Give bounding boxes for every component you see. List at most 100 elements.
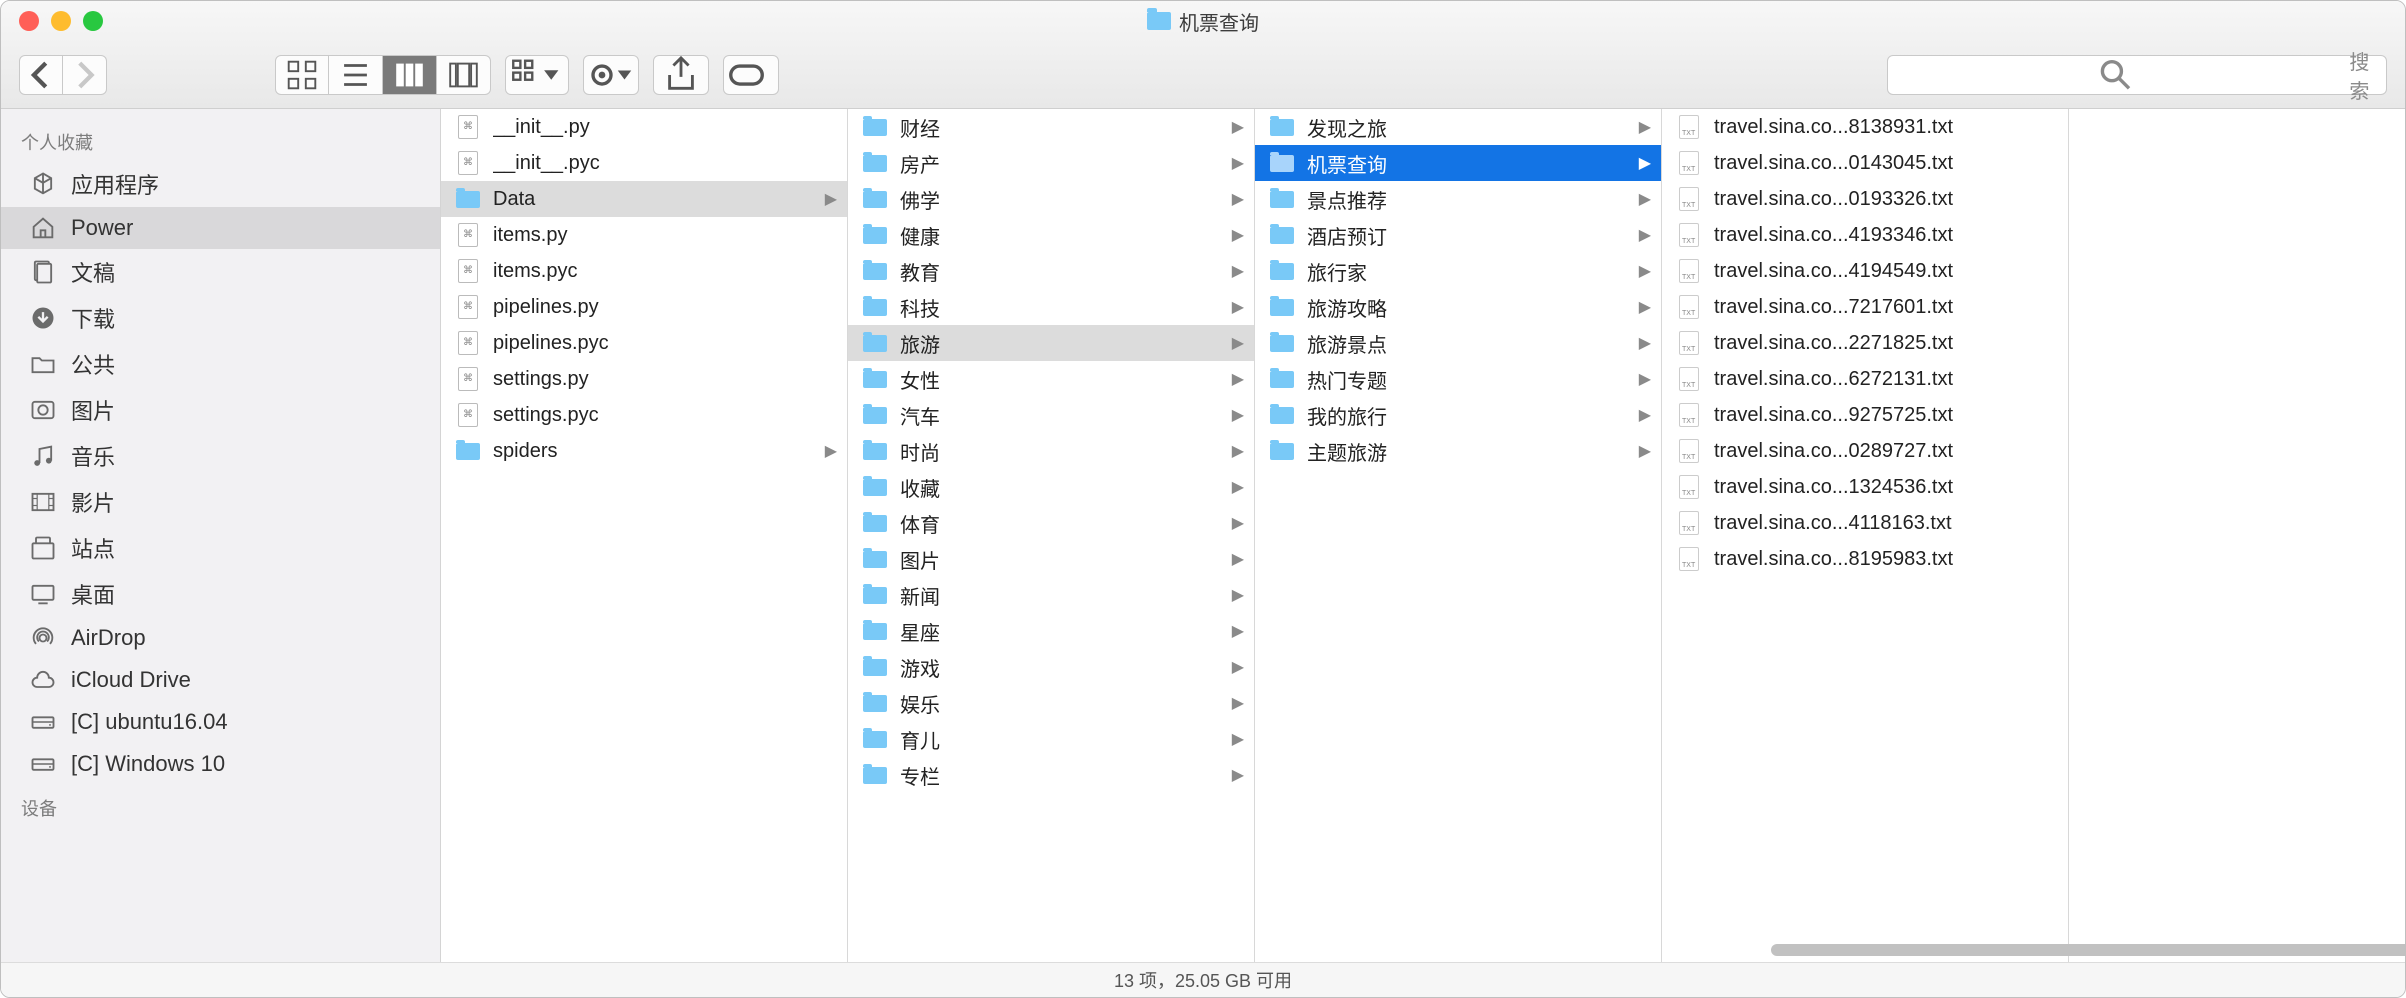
horizontal-scrollbar[interactable]	[1771, 944, 2405, 956]
back-button[interactable]	[19, 55, 63, 95]
sidebar-item[interactable]: [C] Windows 10	[1, 743, 440, 785]
chevron-right-icon: ▶	[1232, 549, 1244, 569]
action-button[interactable]	[583, 55, 639, 95]
icon-view-button[interactable]	[275, 55, 329, 95]
list-item[interactable]: 健康▶	[848, 217, 1254, 253]
list-item[interactable]: spiders▶	[441, 433, 847, 469]
item-label: 汽车	[900, 401, 1232, 430]
list-item[interactable]: __init__.pyc	[441, 145, 847, 181]
list-item[interactable]: travel.sina.co...1324536.txt	[1662, 469, 2068, 505]
list-item[interactable]: 热门专题▶	[1255, 361, 1661, 397]
list-item[interactable]: 景点推荐▶	[1255, 181, 1661, 217]
list-item[interactable]: 游戏▶	[848, 649, 1254, 685]
home-icon	[29, 214, 57, 242]
tags-button[interactable]	[723, 55, 779, 95]
list-item[interactable]: travel.sina.co...0193326.txt	[1662, 181, 2068, 217]
share-button[interactable]	[653, 55, 709, 95]
list-item[interactable]: travel.sina.co...4118163.txt	[1662, 505, 2068, 541]
item-label: 我的旅行	[1307, 401, 1639, 430]
list-item[interactable]: travel.sina.co...4193346.txt	[1662, 217, 2068, 253]
list-item[interactable]: 主题旅游▶	[1255, 433, 1661, 469]
sidebar-item[interactable]: 应用程序	[1, 161, 440, 207]
sidebar-item[interactable]: 公共	[1, 341, 440, 387]
sidebar-item[interactable]: 下载	[1, 295, 440, 341]
list-item[interactable]: 育儿▶	[848, 721, 1254, 757]
list-item[interactable]: items.pyc	[441, 253, 847, 289]
list-item[interactable]: 酒店预订▶	[1255, 217, 1661, 253]
sidebar-item[interactable]: AirDrop	[1, 617, 440, 659]
list-item[interactable]: __init__.py	[441, 109, 847, 145]
music-icon	[29, 442, 57, 470]
list-item[interactable]: 专栏▶	[848, 757, 1254, 793]
txt-file-icon	[1676, 510, 1702, 536]
sidebar-item[interactable]: 影片	[1, 479, 440, 525]
sidebar-item[interactable]: 站点	[1, 525, 440, 571]
txt-file-icon	[1676, 438, 1702, 464]
list-item[interactable]: 佛学▶	[848, 181, 1254, 217]
nav-buttons	[19, 55, 107, 95]
list-item[interactable]: settings.py	[441, 361, 847, 397]
sidebar-item[interactable]: 图片	[1, 387, 440, 433]
list-item[interactable]: 机票查询▶	[1255, 145, 1661, 181]
sidebar-item[interactable]: iCloud Drive	[1, 659, 440, 701]
list-item[interactable]: travel.sina.co...9275725.txt	[1662, 397, 2068, 433]
sidebar-item[interactable]: 文稿	[1, 249, 440, 295]
list-item[interactable]: pipelines.pyc	[441, 325, 847, 361]
list-item[interactable]: settings.pyc	[441, 397, 847, 433]
item-label: 景点推荐	[1307, 185, 1639, 214]
sidebar-item[interactable]: Power	[1, 207, 440, 249]
list-item[interactable]: 收藏▶	[848, 469, 1254, 505]
list-item[interactable]: travel.sina.co...4194549.txt	[1662, 253, 2068, 289]
column: 发现之旅▶机票查询▶景点推荐▶酒店预订▶旅行家▶旅游攻略▶旅游景点▶热门专题▶我…	[1255, 109, 1662, 962]
list-item[interactable]: 时尚▶	[848, 433, 1254, 469]
airdrop-icon	[29, 624, 57, 652]
forward-button[interactable]	[63, 55, 107, 95]
list-item[interactable]: 科技▶	[848, 289, 1254, 325]
gallery-view-button[interactable]	[437, 55, 491, 95]
chevron-right-icon: ▶	[825, 189, 837, 209]
zoom-button[interactable]	[83, 11, 103, 31]
list-item[interactable]: 旅游▶	[848, 325, 1254, 361]
list-item[interactable]: 新闻▶	[848, 577, 1254, 613]
chevron-right-icon: ▶	[1232, 117, 1244, 137]
list-item[interactable]: travel.sina.co...0143045.txt	[1662, 145, 2068, 181]
list-item[interactable]: Data▶	[441, 181, 847, 217]
list-item[interactable]: pipelines.py	[441, 289, 847, 325]
list-item[interactable]: travel.sina.co...7217601.txt	[1662, 289, 2068, 325]
folder-icon	[862, 582, 888, 608]
search-field[interactable]: 搜索	[1887, 55, 2387, 95]
list-item[interactable]: travel.sina.co...2271825.txt	[1662, 325, 2068, 361]
close-button[interactable]	[19, 11, 39, 31]
minimize-button[interactable]	[51, 11, 71, 31]
arrange-button[interactable]	[505, 55, 569, 95]
list-item[interactable]: 财经▶	[848, 109, 1254, 145]
sidebar-item-label: 影片	[71, 486, 115, 518]
list-item[interactable]: travel.sina.co...6272131.txt	[1662, 361, 2068, 397]
list-item[interactable]: 星座▶	[848, 613, 1254, 649]
column-view-button[interactable]	[383, 55, 437, 95]
chevron-right-icon: ▶	[1232, 333, 1244, 353]
item-label: travel.sina.co...4193346.txt	[1714, 224, 2058, 247]
list-item[interactable]: 旅行家▶	[1255, 253, 1661, 289]
docs-icon	[29, 258, 57, 286]
list-item[interactable]: 教育▶	[848, 253, 1254, 289]
sidebar-item[interactable]: 音乐	[1, 433, 440, 479]
list-item[interactable]: items.py	[441, 217, 847, 253]
list-item[interactable]: 房产▶	[848, 145, 1254, 181]
list-item[interactable]: 图片▶	[848, 541, 1254, 577]
list-item[interactable]: 女性▶	[848, 361, 1254, 397]
list-view-button[interactable]	[329, 55, 383, 95]
list-item[interactable]: travel.sina.co...8138931.txt	[1662, 109, 2068, 145]
list-item[interactable]: 体育▶	[848, 505, 1254, 541]
list-item[interactable]: 汽车▶	[848, 397, 1254, 433]
list-item[interactable]: travel.sina.co...8195983.txt	[1662, 541, 2068, 577]
folder-icon	[862, 510, 888, 536]
list-item[interactable]: 旅游景点▶	[1255, 325, 1661, 361]
sidebar-item[interactable]: [C] ubuntu16.04	[1, 701, 440, 743]
sidebar-item[interactable]: 桌面	[1, 571, 440, 617]
list-item[interactable]: 娱乐▶	[848, 685, 1254, 721]
list-item[interactable]: travel.sina.co...0289727.txt	[1662, 433, 2068, 469]
list-item[interactable]: 发现之旅▶	[1255, 109, 1661, 145]
list-item[interactable]: 旅游攻略▶	[1255, 289, 1661, 325]
list-item[interactable]: 我的旅行▶	[1255, 397, 1661, 433]
